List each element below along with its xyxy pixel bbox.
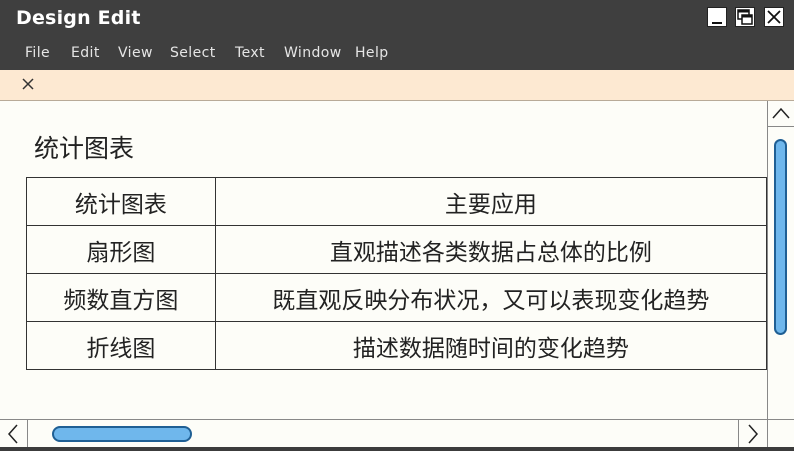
scroll-right-button[interactable] xyxy=(738,420,767,447)
table-cell: 折线图 xyxy=(26,321,216,370)
table-header-cell: 统计图表 xyxy=(26,177,216,226)
table-row: 折线图 描述数据随时间的变化趋势 xyxy=(26,321,768,370)
maximize-button[interactable] xyxy=(735,7,755,27)
menu-view[interactable]: View xyxy=(118,45,153,61)
vertical-scrollbar[interactable] xyxy=(767,101,794,419)
menu-file[interactable]: File xyxy=(25,45,50,61)
table-cell: 直观描述各类数据占总体的比例 xyxy=(214,225,768,274)
minimize-icon xyxy=(712,22,722,24)
arrow-right-icon xyxy=(748,424,759,444)
arrow-up-icon xyxy=(772,107,790,119)
menu-select[interactable]: Select xyxy=(170,45,216,61)
menu-edit[interactable]: Edit xyxy=(71,45,100,61)
arrow-left-icon xyxy=(7,424,18,444)
table-header-row: 统计图表 主要应用 xyxy=(26,177,768,226)
tab-strip xyxy=(0,70,794,101)
table-header-cell: 主要应用 xyxy=(214,177,768,226)
menu-help[interactable]: Help xyxy=(355,45,389,61)
document-canvas[interactable]: 统计图表 统计图表 主要应用 扇形图 直观描述各类数据占总体的比例 频数直方图 … xyxy=(0,101,768,419)
table-row: 频数直方图 既直观反映分布状况，又可以表现变化趋势 xyxy=(26,273,768,322)
menu-text[interactable]: Text xyxy=(235,45,265,61)
close-button[interactable] xyxy=(764,7,784,27)
menu-bar: File Edit View Select Text Window Help xyxy=(0,36,794,70)
scroll-left-button[interactable] xyxy=(0,420,28,447)
table-cell: 既直观反映分布状况，又可以表现变化趋势 xyxy=(214,273,768,322)
horizontal-scrollbar[interactable] xyxy=(0,419,767,447)
window-title: Design Edit xyxy=(16,7,141,29)
table-cell: 频数直方图 xyxy=(26,273,216,322)
maximize-icon xyxy=(737,9,753,25)
chart-usage-table: 统计图表 主要应用 扇形图 直观描述各类数据占总体的比例 频数直方图 既直观反映… xyxy=(26,177,768,370)
tab-close-icon[interactable] xyxy=(20,76,36,92)
scroll-up-button[interactable] xyxy=(768,101,794,127)
vertical-scroll-thumb[interactable] xyxy=(774,139,787,335)
horizontal-scroll-thumb[interactable] xyxy=(52,426,192,442)
minimize-button[interactable] xyxy=(707,7,727,27)
document-heading: 统计图表 xyxy=(34,134,135,163)
table-cell: 描述数据随时间的变化趋势 xyxy=(214,321,768,370)
table-row: 扇形图 直观描述各类数据占总体的比例 xyxy=(26,225,768,274)
title-bar: Design Edit xyxy=(0,0,794,36)
table-cell: 扇形图 xyxy=(26,225,216,274)
close-icon xyxy=(767,10,781,24)
scrollbar-corner xyxy=(767,419,794,447)
menu-window[interactable]: Window xyxy=(284,45,342,61)
